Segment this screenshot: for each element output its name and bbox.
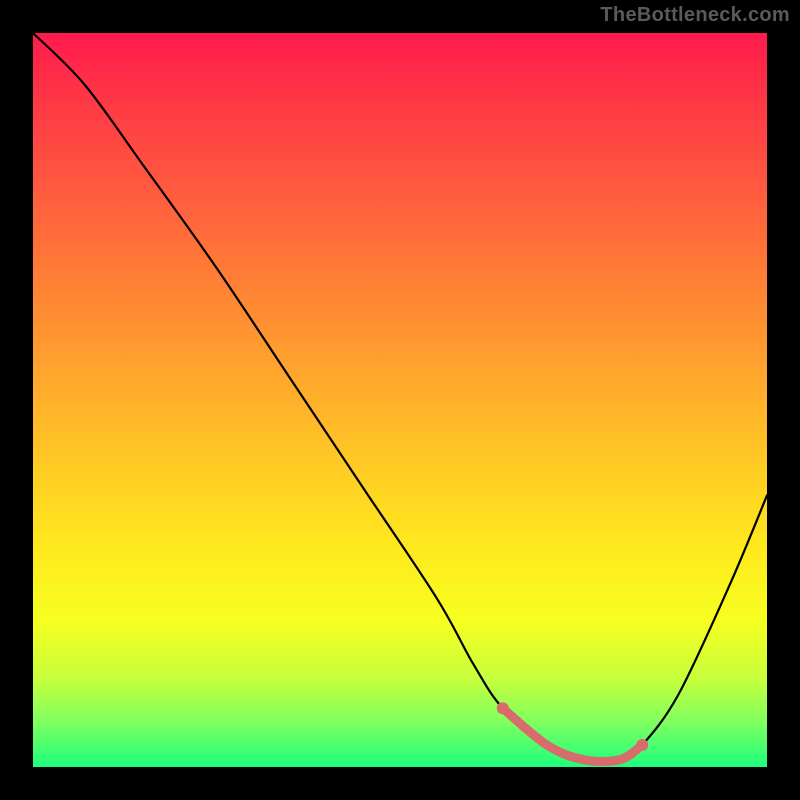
bottleneck-curve (33, 33, 767, 761)
watermark: TheBottleneck.com (600, 4, 790, 27)
plot-area (33, 33, 767, 767)
chart-container: TheBottleneck.com (0, 0, 800, 800)
highlight-segment (503, 708, 642, 761)
highlight-endpoint-right (636, 739, 648, 751)
highlight-endpoint-left (497, 702, 509, 714)
curve-layer (33, 33, 767, 767)
